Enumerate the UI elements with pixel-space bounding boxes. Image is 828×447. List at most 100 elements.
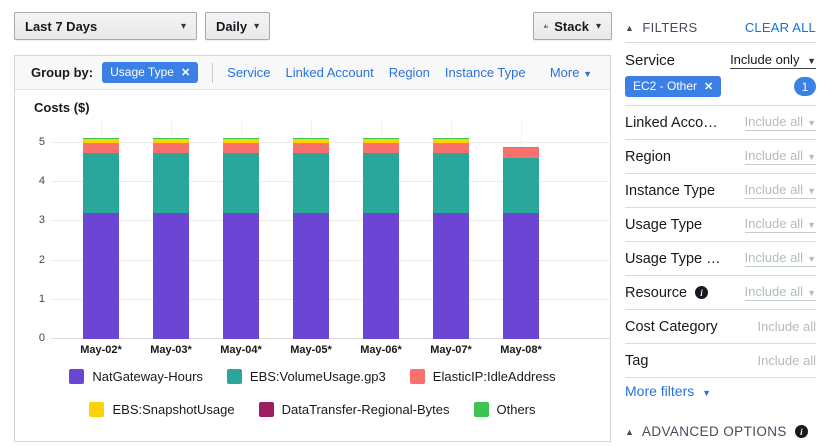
filters-header: ▲ FILTERS CLEAR ALL	[625, 20, 816, 35]
y-axis-tick-label: 0	[19, 332, 45, 344]
chevron-down-icon: ▼	[702, 388, 711, 398]
info-icon: i	[795, 425, 808, 438]
cost-explorer-page: Last 7 Days ▾ Daily ▾ Stack ▾ Group by: …	[0, 0, 828, 447]
filter-row-dropdown[interactable]: Include all▼	[745, 148, 816, 165]
filter-row-dropdown[interactable]: Include all▼	[745, 284, 816, 301]
group-by-option-instance-type[interactable]: Instance Type	[445, 65, 526, 80]
legend-label: ElasticIP:IdleAddress	[433, 369, 556, 384]
x-axis-label: May-07*	[416, 344, 486, 356]
filters-collapse-toggle[interactable]: ▲ FILTERS	[625, 20, 698, 35]
filter-row-instance-type: Instance TypeInclude all▼	[625, 174, 816, 208]
bar-chart-icon	[544, 20, 548, 32]
filter-tag-ec2-other[interactable]: EC2 - Other ✕	[625, 76, 721, 97]
x-axis-label: May-04*	[206, 344, 276, 356]
chevron-down-icon: ▼	[807, 56, 816, 66]
chevron-down-icon: ▼	[807, 288, 816, 298]
x-axis-label: May-02*	[66, 344, 136, 356]
filter-tag-label: EC2 - Other	[633, 79, 697, 93]
filter-row-label: Resourcei	[625, 285, 708, 301]
chevron-down-icon: ▼	[583, 69, 592, 79]
y-axis-tick-label: 3	[19, 214, 45, 226]
x-axis-label: May-06*	[346, 344, 416, 356]
legend-item-elasticip-idleaddress: ElasticIP:IdleAddress	[410, 369, 556, 384]
filter-row-label: Region	[625, 149, 671, 165]
advanced-options-title: ADVANCED OPTIONS	[642, 424, 787, 439]
filter-row-usage-type: Usage TypeInclude all▼	[625, 208, 816, 242]
chevron-up-icon: ▲	[625, 427, 634, 437]
filter-row-dropdown[interactable]: Include all▼	[745, 250, 816, 267]
legend-item-ebs-snapshotusage: EBS:SnapshotUsage	[89, 402, 234, 417]
divider	[625, 42, 816, 43]
bar-segment-ebs-volumeusage-gp3	[83, 153, 119, 213]
close-icon[interactable]: ✕	[181, 66, 190, 79]
bar-segment-ebs-volumeusage-gp3	[293, 153, 329, 213]
bar-segment-others	[363, 138, 399, 139]
service-filter-tags: EC2 - Other ✕ 1	[625, 76, 816, 97]
chart-type-value: Stack	[554, 19, 589, 34]
date-range-dropdown[interactable]: Last 7 Days ▾	[14, 12, 197, 40]
y-axis-tick-label: 2	[19, 254, 45, 266]
filters-title: FILTERS	[642, 20, 697, 35]
legend-swatch	[89, 402, 104, 417]
filter-row-dropdown: Include all	[757, 353, 816, 368]
bar-segment-natgateway-hours	[363, 213, 399, 339]
granularity-dropdown[interactable]: Daily ▾	[205, 12, 270, 40]
filter-row-tag: TagInclude all	[625, 344, 816, 378]
legend-swatch	[227, 369, 242, 384]
advanced-options-toggle[interactable]: ▲ ADVANCED OPTIONS i	[625, 424, 808, 439]
info-icon: i	[695, 286, 708, 299]
bar-segment-natgateway-hours	[503, 213, 539, 339]
filter-row-dropdown[interactable]: Include all▼	[745, 182, 816, 199]
legend-swatch	[69, 369, 84, 384]
chevron-down-icon: ▾	[254, 21, 259, 32]
group-by-option-service[interactable]: Service	[227, 65, 270, 80]
filter-count-badge: 1	[794, 77, 816, 96]
divider	[212, 63, 213, 83]
legend-swatch	[259, 402, 274, 417]
bar-segment-natgateway-hours	[153, 213, 189, 339]
service-filter-label: Service	[625, 52, 675, 69]
bar-segment-ebs-snapshotusage	[293, 139, 329, 143]
group-by-pill-usage-type[interactable]: Usage Type ✕	[102, 62, 198, 83]
filter-row-cost-category: Cost CategoryInclude all	[625, 310, 816, 344]
chart-type-dropdown[interactable]: Stack ▾	[533, 12, 612, 40]
filter-row-linked-acco-: Linked Acco…Include all▼	[625, 106, 816, 140]
group-by-option-linked-account[interactable]: Linked Account	[286, 65, 374, 80]
granularity-value: Daily	[216, 19, 247, 34]
legend-label: EBS:VolumeUsage.gp3	[250, 369, 386, 384]
bar-segment-natgateway-hours	[223, 213, 259, 339]
legend-swatch	[474, 402, 489, 417]
chevron-down-icon: ▾	[596, 21, 601, 32]
group-by-pill-label: Usage Type	[110, 65, 174, 79]
bar-segment-natgateway-hours	[433, 213, 469, 339]
bar-segment-elasticip-idleaddress	[363, 143, 399, 153]
filter-row-resource: Resourcei Include all▼	[625, 276, 816, 310]
more-filters-link[interactable]: More filters ▼	[625, 383, 711, 399]
legend-row: EBS:SnapshotUsage DataTransfer-Regional-B…	[15, 402, 610, 417]
chevron-down-icon: ▼	[807, 152, 816, 162]
bar-segment-ebs-volumeusage-gp3	[223, 153, 259, 213]
y-axis-tick-label: 4	[19, 175, 45, 187]
legend-item-datatransfer-regional-bytes: DataTransfer-Regional-Bytes	[259, 402, 450, 417]
bar-segment-natgateway-hours	[293, 213, 329, 339]
chevron-up-icon: ▲	[625, 23, 634, 33]
group-by-more-dropdown[interactable]: More ▼	[550, 65, 592, 80]
group-by-option-region[interactable]: Region	[389, 65, 430, 80]
filter-row-dropdown[interactable]: Include all▼	[745, 114, 816, 131]
bar-segment-elasticip-idleaddress	[153, 143, 189, 153]
bar-segment-ebs-volumeusage-gp3	[153, 153, 189, 213]
service-mode-dropdown[interactable]: Include only ▼	[730, 52, 816, 69]
clear-all-button[interactable]: CLEAR ALL	[745, 20, 816, 35]
bar-segment-others	[223, 138, 259, 139]
chevron-down-icon: ▼	[807, 186, 816, 196]
filters-panel: ▲ FILTERS CLEAR ALL Service Include only…	[625, 0, 816, 447]
legend-item-natgateway-hours: NatGateway-Hours	[69, 369, 203, 384]
filter-row-dropdown[interactable]: Include all▼	[745, 216, 816, 233]
more-label: More	[550, 65, 580, 80]
bar-segment-others	[293, 138, 329, 139]
close-icon[interactable]: ✕	[704, 80, 713, 93]
service-filter-row: Service Include only ▼	[625, 52, 816, 69]
bar-segment-ebs-volumeusage-gp3	[433, 153, 469, 213]
bar-segment-ebs-snapshotusage	[433, 139, 469, 143]
legend-row: NatGateway-Hours EBS:VolumeUsage.gp3 Elast…	[15, 369, 610, 384]
